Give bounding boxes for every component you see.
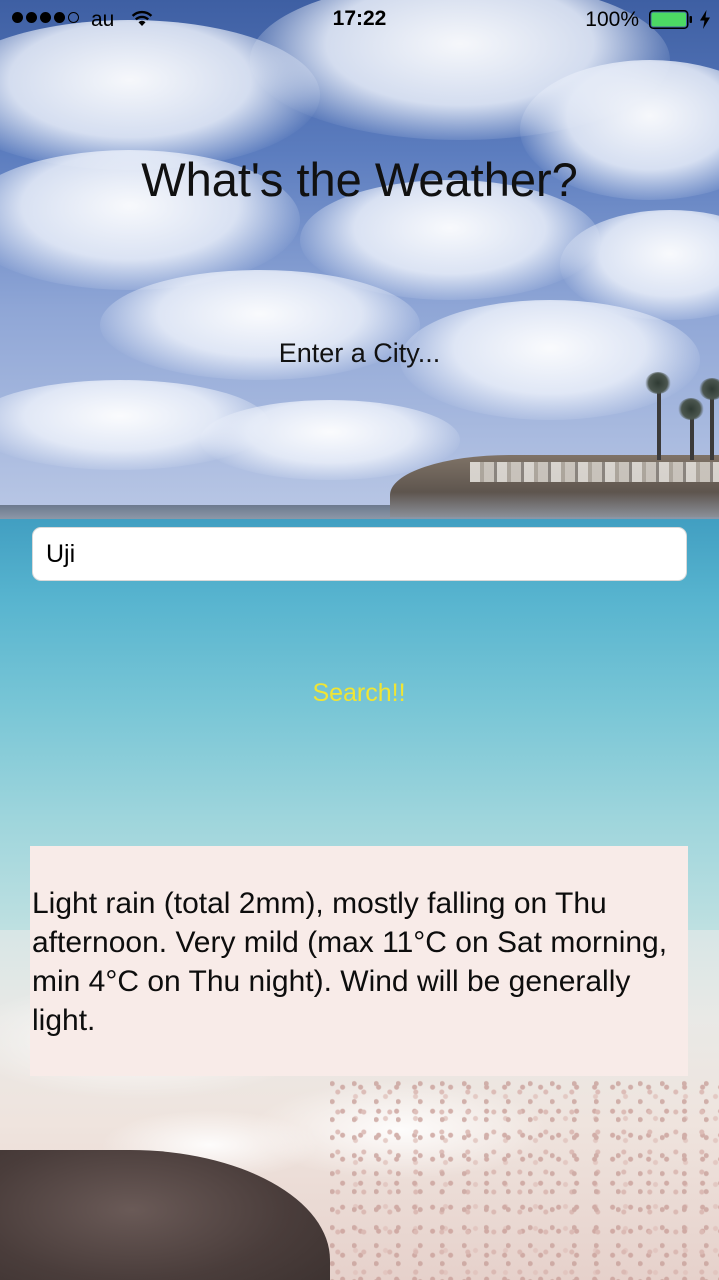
search-button[interactable]: Search!! — [259, 672, 459, 714]
palm-tree — [678, 398, 704, 420]
palm-tree — [657, 390, 661, 460]
status-bar: au 17:22 100% — [0, 0, 719, 40]
city-input[interactable] — [32, 527, 687, 581]
palm-tree — [699, 378, 719, 400]
palm-tree — [710, 395, 714, 460]
pebbles — [330, 1080, 719, 1280]
island-buildings — [470, 462, 719, 482]
battery-icon — [649, 10, 692, 29]
city-prompt-label: Enter a City... — [278, 338, 441, 368]
battery-percentage: 100% — [585, 8, 639, 31]
charging-bolt-icon — [700, 10, 710, 29]
app-title: What's the Weather? — [141, 153, 578, 206]
forecast-result: Light rain (total 2mm), mostly falling o… — [30, 846, 688, 1076]
palm-tree — [645, 372, 671, 394]
